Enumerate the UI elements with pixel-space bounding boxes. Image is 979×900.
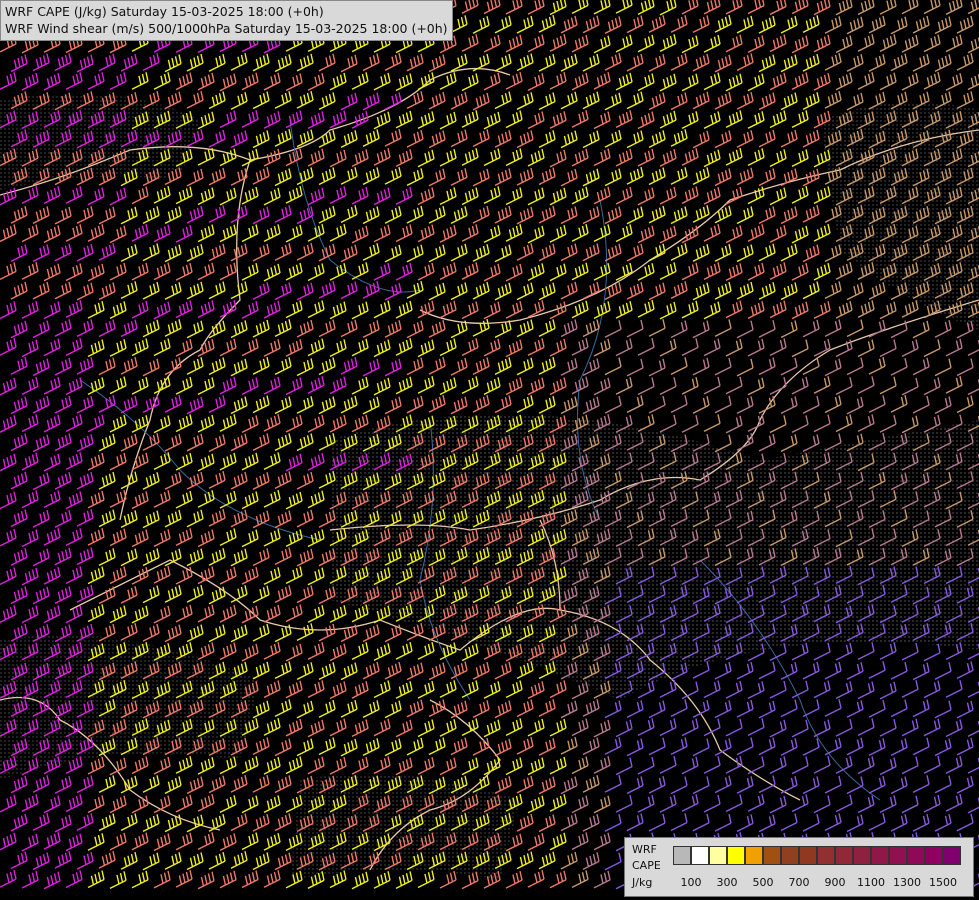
legend-label-unit: J/kg	[632, 876, 653, 889]
legend-label-variable: CAPE	[632, 859, 661, 872]
legend-swatch	[799, 846, 817, 865]
legend-tick-label: 500	[752, 876, 774, 889]
legend-tick-label: 900	[824, 876, 846, 889]
legend-tick-label: 700	[788, 876, 810, 889]
legend-swatch	[853, 846, 871, 865]
legend-tick-label: 1300	[893, 876, 921, 889]
map-title-box: WRF CAPE (J/kg) Saturday 15-03-2025 18:0…	[0, 0, 453, 41]
legend-swatch	[691, 846, 709, 865]
legend-tick-label: 300	[716, 876, 738, 889]
legend-swatch	[763, 846, 781, 865]
title-wind-shear: WRF Wind shear (m/s) 500/1000hPa Saturda…	[5, 21, 448, 36]
legend-swatch	[745, 846, 763, 865]
legend-swatch	[817, 846, 835, 865]
legend-swatch	[943, 846, 961, 865]
legend-tick-label: 1100	[857, 876, 885, 889]
wind-shear-map	[0, 0, 979, 900]
title-cape: WRF CAPE (J/kg) Saturday 15-03-2025 18:0…	[5, 4, 324, 19]
legend-swatch	[889, 846, 907, 865]
legend-swatch	[835, 846, 853, 865]
cape-legend: WRF CAPE J/kg 100 300 500 700 900 1100 1300 150…	[624, 837, 974, 897]
legend-tick-label: 100	[680, 876, 702, 889]
legend-swatch	[727, 846, 745, 865]
legend-swatch	[781, 846, 799, 865]
legend-swatch	[871, 846, 889, 865]
legend-swatch	[907, 846, 925, 865]
legend-tick-label: 1500	[929, 876, 957, 889]
legend-swatch	[925, 846, 943, 865]
legend-swatch	[673, 846, 691, 865]
legend-label-model: WRF	[632, 843, 657, 856]
legend-swatch	[709, 846, 727, 865]
